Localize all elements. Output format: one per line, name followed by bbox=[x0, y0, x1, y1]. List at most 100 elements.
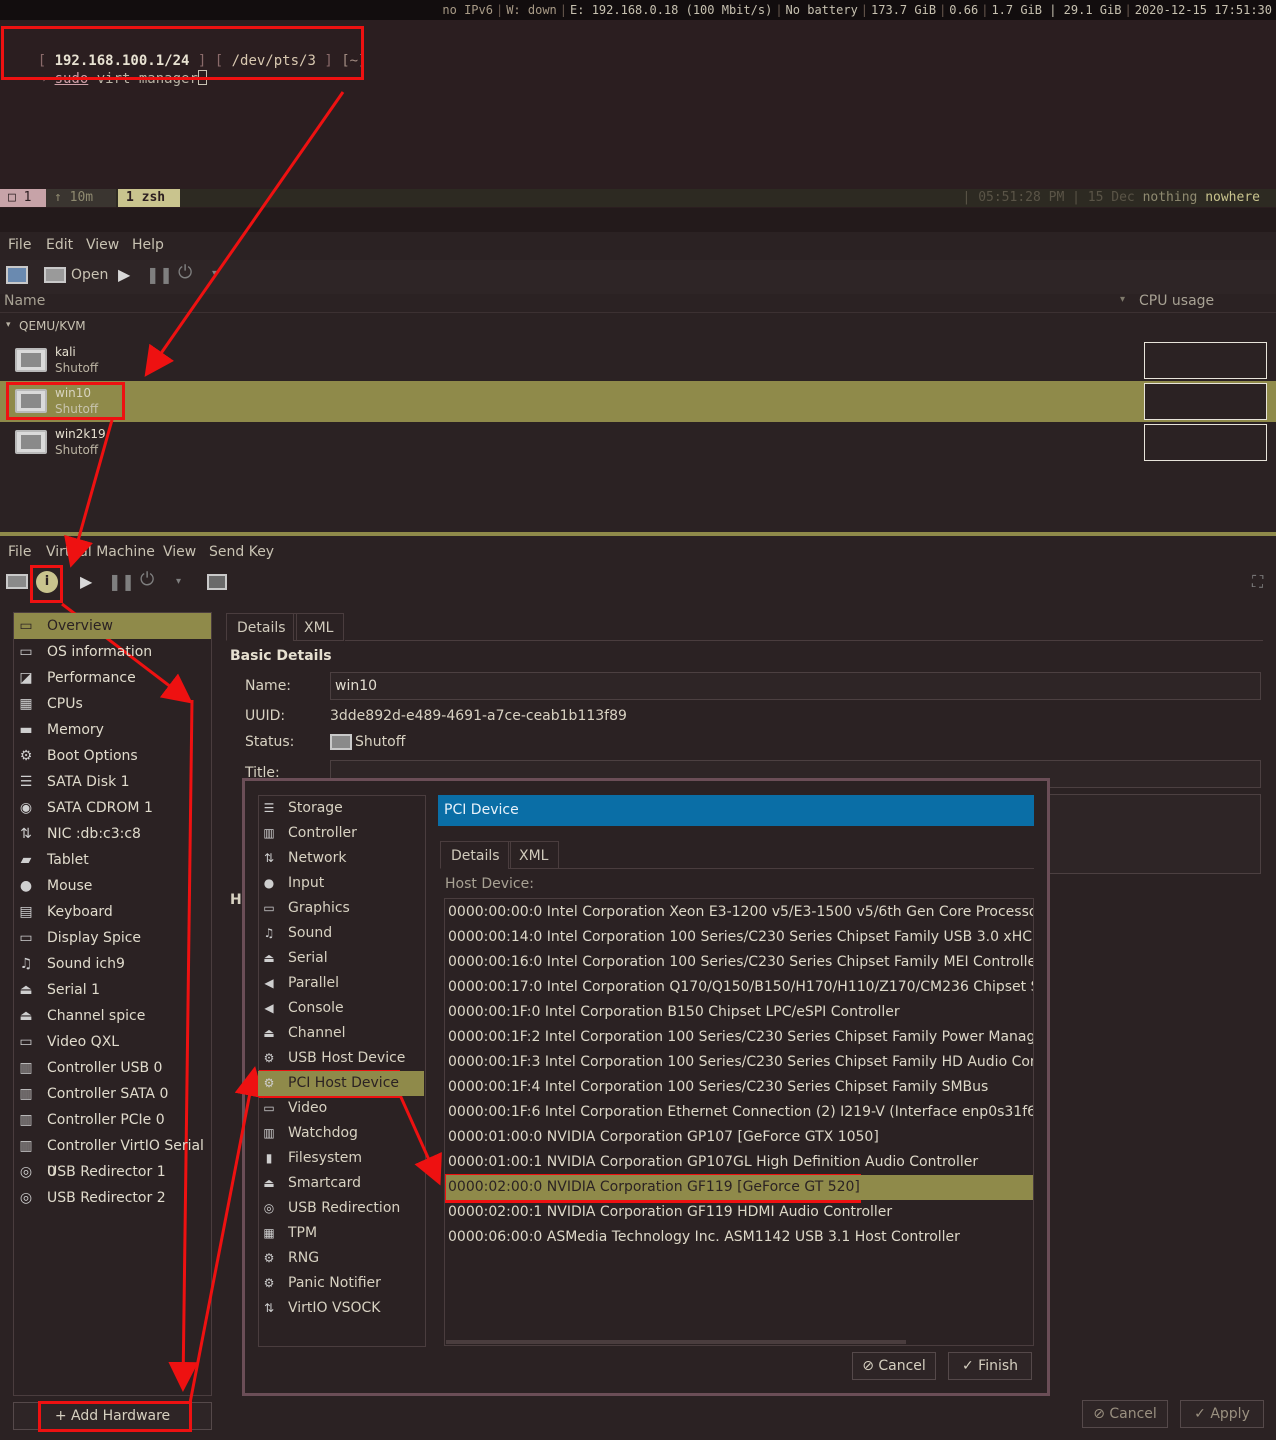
vm-row-kali[interactable]: kali Shutoff bbox=[0, 340, 1276, 381]
power-dropdown-icon[interactable]: ▾ bbox=[212, 268, 217, 279]
sidebar-item[interactable]: ▭ Video QXL bbox=[14, 1029, 211, 1055]
hw-type-item[interactable]: ● Input bbox=[258, 871, 424, 896]
sidebar-item[interactable]: ● Mouse bbox=[14, 873, 211, 899]
sidebar-item[interactable]: ⇅ NIC :db:c3:c8 bbox=[14, 821, 211, 847]
open-button[interactable]: Open bbox=[71, 267, 108, 283]
open-icon[interactable] bbox=[44, 267, 66, 283]
menu-view[interactable]: View bbox=[86, 237, 119, 253]
pci-device-row[interactable]: 0000:00:1F:6 Intel Corporation Ethernet … bbox=[446, 1100, 1033, 1125]
tab-details[interactable]: Details bbox=[226, 613, 297, 641]
sidebar-item[interactable]: ▦ CPUs bbox=[14, 691, 211, 717]
snapshot-icon[interactable] bbox=[207, 574, 227, 590]
hw-type-item[interactable]: ⚙ USB Host Device bbox=[258, 1046, 424, 1071]
hw-type-item[interactable]: ♫ Sound bbox=[258, 921, 424, 946]
pci-device-row[interactable]: 0000:02:00:0 NVIDIA Corporation GF119 [G… bbox=[446, 1175, 1033, 1200]
tmux-session[interactable]: □ 1 bbox=[0, 189, 46, 207]
pci-device-row[interactable]: 0000:02:00:1 NVIDIA Corporation GF119 HD… bbox=[446, 1200, 1033, 1225]
shutdown-dropdown-icon[interactable]: ▾ bbox=[176, 576, 181, 587]
menu-edit[interactable]: Edit bbox=[46, 237, 73, 253]
name-input[interactable]: win10 bbox=[330, 672, 1261, 700]
sidebar-item[interactable]: ⏏ Serial 1 bbox=[14, 977, 211, 1003]
dialog-cancel-button[interactable]: ⊘ Cancel bbox=[852, 1352, 936, 1380]
hw-type-item[interactable]: ⏏ Serial bbox=[258, 946, 424, 971]
power-icon[interactable]: ⏻ bbox=[178, 262, 192, 283]
hw-type-item[interactable]: ▮ Filesystem bbox=[258, 1146, 424, 1171]
sidebar-item[interactable]: ▥ Controller SATA 0 bbox=[14, 1081, 211, 1107]
pci-device-row[interactable]: 0000:00:1F:4 Intel Corporation 100 Serie… bbox=[446, 1075, 1033, 1100]
sidebar-item[interactable]: ▰ Tablet bbox=[14, 847, 211, 873]
sidebar-item[interactable]: ▬ Memory bbox=[14, 717, 211, 743]
menu-help[interactable]: Help bbox=[132, 237, 164, 253]
column-cpu-usage[interactable]: CPU usage bbox=[1139, 293, 1214, 309]
dialog-finish-button[interactable]: ✓ Finish bbox=[948, 1352, 1032, 1380]
pci-device-row[interactable]: 0000:00:1F:3 Intel Corporation 100 Serie… bbox=[446, 1050, 1033, 1075]
hw-type-item[interactable]: ◀ Parallel bbox=[258, 971, 424, 996]
sidebar-item[interactable]: ◎ USB Redirector 1 bbox=[14, 1159, 211, 1185]
connection-qemu[interactable]: QEMU/KVM bbox=[19, 319, 86, 333]
sidebar-item[interactable]: ◉ SATA CDROM 1 bbox=[14, 795, 211, 821]
pci-device-row[interactable]: 0000:00:16:0 Intel Corporation 100 Serie… bbox=[446, 950, 1033, 975]
details-menu-file[interactable]: File bbox=[8, 544, 31, 560]
hw-type-item[interactable]: ⇅ Network bbox=[258, 846, 424, 871]
sidebar-item[interactable]: ♫ Sound ich9 bbox=[14, 951, 211, 977]
hw-type-item[interactable]: ⚙ RNG bbox=[258, 1246, 424, 1271]
console-icon[interactable] bbox=[6, 574, 28, 589]
hw-type-item[interactable]: ▦ TPM bbox=[258, 1221, 424, 1246]
dialog-tab-xml[interactable]: XML bbox=[508, 841, 560, 869]
sidebar-item[interactable]: ▭ OS information bbox=[14, 639, 211, 665]
details-menu-view[interactable]: View bbox=[163, 544, 196, 560]
fullscreen-icon[interactable]: ⛶ bbox=[1252, 572, 1263, 592]
pci-device-row[interactable]: 0000:01:00:1 NVIDIA Corporation GP107GL … bbox=[446, 1150, 1033, 1175]
pci-device-row[interactable]: 0000:00:00:0 Intel Corporation Xeon E3-1… bbox=[446, 900, 1033, 925]
tmux-window[interactable]: 1 zsh bbox=[118, 189, 180, 207]
pci-device-row[interactable]: 0000:01:00:0 NVIDIA Corporation GP107 [G… bbox=[446, 1125, 1033, 1150]
hw-type-item[interactable]: ⚙ Panic Notifier bbox=[258, 1271, 424, 1296]
sidebar-item[interactable]: ⏏ Channel spice bbox=[14, 1003, 211, 1029]
vm-row-win10[interactable]: win10 Shutoff bbox=[0, 381, 1276, 422]
annotation-info-box bbox=[30, 565, 63, 603]
hw-type-item[interactable]: ▭ Video bbox=[258, 1096, 424, 1121]
pause-icon[interactable]: ❚❚ bbox=[146, 265, 173, 284]
sidebar-item[interactable]: ◎ USB Redirector 2 bbox=[14, 1185, 211, 1211]
sidebar-item[interactable]: ◪ Performance bbox=[14, 665, 211, 691]
run-icon[interactable]: ▶ bbox=[80, 572, 92, 591]
hw-type-item[interactable]: ◎ USB Redirection bbox=[258, 1196, 424, 1221]
hw-type-item[interactable]: ▥ Watchdog bbox=[258, 1121, 424, 1146]
hw-type-item[interactable]: ⇅ VirtIO VSOCK bbox=[258, 1296, 424, 1321]
details-apply-button[interactable]: ✓ Apply bbox=[1180, 1400, 1264, 1428]
details-menu-virtual-machine[interactable]: Virtual Machine bbox=[46, 544, 155, 560]
horizontal-scrollbar[interactable] bbox=[446, 1340, 906, 1344]
sidebar-item[interactable]: ⚙ Boot Options bbox=[14, 743, 211, 769]
pause-icon[interactable]: ❚❚ bbox=[108, 572, 135, 591]
sidebar-item[interactable]: ▥ Controller VirtIO Serial 0 bbox=[14, 1133, 211, 1180]
new-vm-icon[interactable] bbox=[6, 266, 28, 284]
hw-type-item[interactable]: ▥ Controller bbox=[258, 821, 424, 846]
details-cancel-button[interactable]: ⊘ Cancel bbox=[1082, 1400, 1168, 1428]
expander-icon[interactable]: ▾ bbox=[6, 320, 11, 330]
hw-type-item[interactable]: ⚙ PCI Host Device bbox=[258, 1071, 424, 1096]
hw-type-item[interactable]: ◀ Console bbox=[258, 996, 424, 1021]
play-icon[interactable]: ▶ bbox=[118, 265, 130, 284]
hw-type-item[interactable]: ⏏ Channel bbox=[258, 1021, 424, 1046]
pci-device-row[interactable]: 0000:00:17:0 Intel Corporation Q170/Q150… bbox=[446, 975, 1033, 1000]
hw-type-item[interactable]: ▭ Graphics bbox=[258, 896, 424, 921]
pci-device-row[interactable]: 0000:00:1F:2 Intel Corporation 100 Serie… bbox=[446, 1025, 1033, 1050]
sidebar-item[interactable]: ▥ Controller PCIe 0 bbox=[14, 1107, 211, 1133]
pci-device-row[interactable]: 0000:06:00:0 ASMedia Technology Inc. ASM… bbox=[446, 1225, 1033, 1250]
pci-device-row[interactable]: 0000:00:14:0 Intel Corporation 100 Serie… bbox=[446, 925, 1033, 950]
sidebar-item[interactable]: ▭ Display Spice bbox=[14, 925, 211, 951]
sidebar-item[interactable]: ▤ Keyboard bbox=[14, 899, 211, 925]
details-menu-send-key[interactable]: Send Key bbox=[209, 544, 274, 560]
tab-xml[interactable]: XML bbox=[293, 613, 345, 641]
hw-type-item[interactable]: ☰ Storage bbox=[258, 796, 424, 821]
sidebar-item[interactable]: ▥ Controller USB 0 bbox=[14, 1055, 211, 1081]
shutdown-icon[interactable]: ⏻ bbox=[140, 569, 154, 590]
vm-row-win2k19[interactable]: win2k19 Shutoff bbox=[0, 422, 1276, 463]
hw-type-item[interactable]: ⏏ Smartcard bbox=[258, 1171, 424, 1196]
sidebar-item[interactable]: ☰ SATA Disk 1 bbox=[14, 769, 211, 795]
pci-device-row[interactable]: 0000:00:1F:0 Intel Corporation B150 Chip… bbox=[446, 1000, 1033, 1025]
menu-file[interactable]: File bbox=[8, 237, 31, 253]
column-name[interactable]: Name bbox=[4, 293, 45, 309]
dialog-tab-details[interactable]: Details bbox=[440, 841, 511, 869]
sidebar-item[interactable]: ▭ Overview bbox=[14, 613, 211, 639]
